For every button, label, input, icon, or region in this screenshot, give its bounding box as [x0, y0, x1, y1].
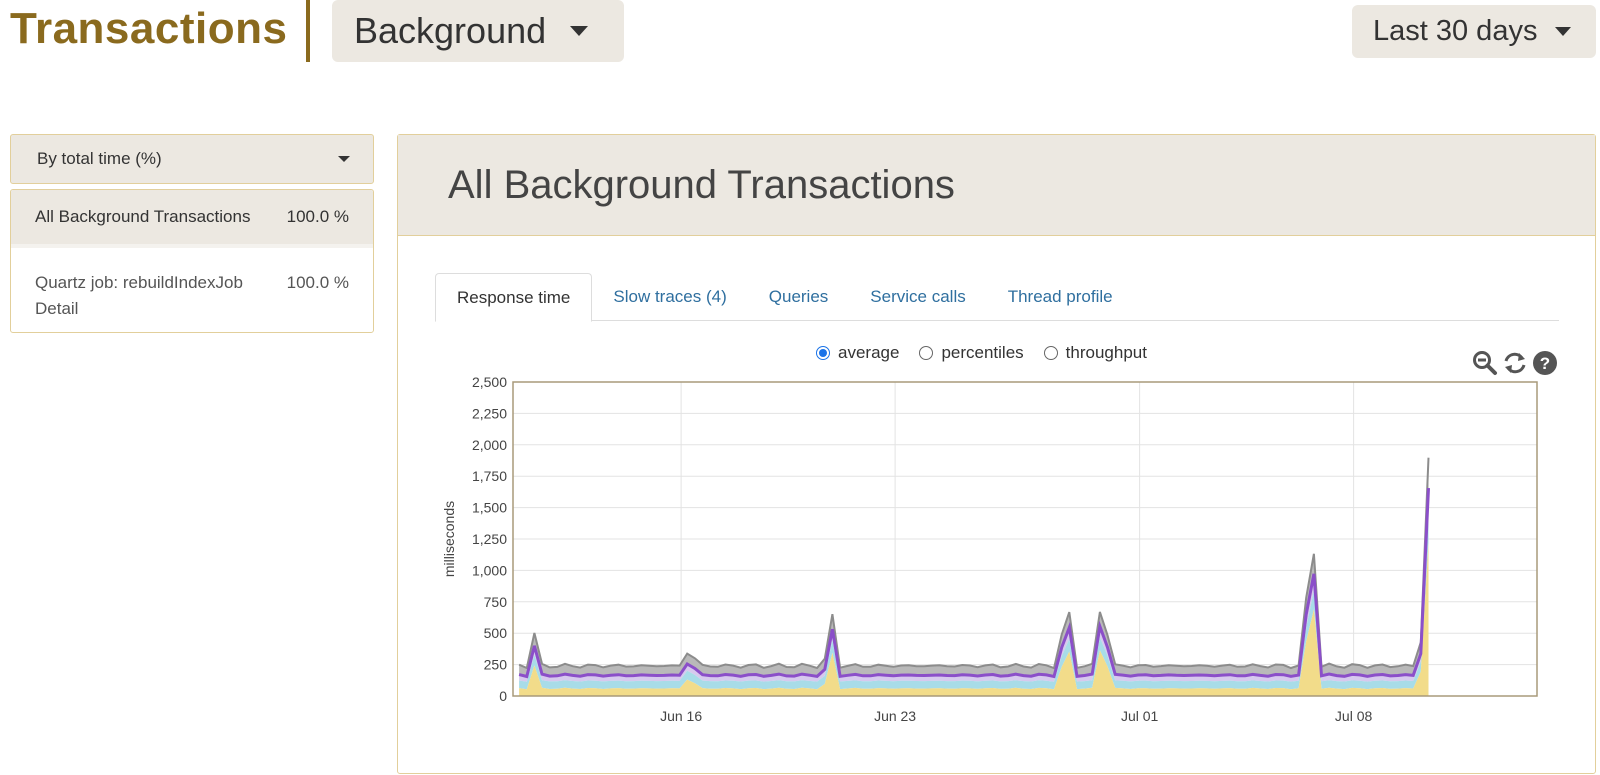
caret-down-icon — [338, 156, 350, 162]
y-tick-label: 1,000 — [472, 562, 507, 578]
y-tick-label: 750 — [484, 594, 508, 610]
caret-down-icon — [570, 26, 589, 36]
y-tick-label: 1,250 — [472, 531, 507, 547]
radio-label: percentiles — [941, 343, 1024, 362]
x-tick-label: Jul 01 — [1121, 708, 1159, 724]
series-line-gray — [518, 457, 1430, 670]
tab-service-calls[interactable]: Service calls — [849, 273, 986, 321]
x-tick-label: Jul 08 — [1335, 708, 1373, 724]
radio-percentiles[interactable]: percentiles — [919, 343, 1024, 363]
panel-header: All Background Transactions — [398, 135, 1595, 236]
transaction-name: All Background Transactions — [35, 207, 251, 226]
series-area-purple — [519, 488, 1429, 682]
chart-view-options: average percentiles throughput — [816, 343, 1167, 363]
page-title: Transactions — [10, 4, 288, 53]
caret-down-icon — [1555, 27, 1572, 36]
y-tick-label: 250 — [484, 657, 508, 673]
panel-title: All Background Transactions — [448, 162, 955, 207]
tab-slow-traces[interactable]: Slow traces (4) — [592, 273, 747, 321]
y-tick-label: 1,750 — [472, 468, 507, 484]
radio-label: throughput — [1065, 343, 1147, 362]
radio-label: average — [838, 343, 900, 362]
y-tick-label: 1,500 — [472, 500, 507, 516]
y-tick-label: 2,500 — [472, 374, 507, 390]
time-range-dropdown[interactable]: Last 30 days — [1352, 5, 1596, 58]
time-range-label: Last 30 days — [1373, 15, 1538, 47]
radio-button[interactable] — [1043, 346, 1058, 360]
radio-button[interactable] — [919, 346, 934, 360]
y-axis-label: milliseconds — [441, 501, 457, 577]
tab-queries[interactable]: Queries — [748, 273, 850, 321]
transaction-item[interactable]: All Background Transactions 100.0 % — [11, 190, 373, 248]
y-tick-label: 2,000 — [472, 437, 507, 453]
series-area-gray — [519, 457, 1429, 677]
header: Transactions Background Last 30 days — [0, 0, 1600, 70]
series-line-purple — [518, 488, 1430, 679]
response-time-chart: 0 250 500 750 1,000 1,250 1,500 1,750 2,000 2,250… — [398, 370, 1597, 775]
transaction-type-dropdown[interactable]: Background — [332, 0, 624, 62]
radio-average[interactable]: average — [816, 343, 899, 363]
transaction-name: Quartz job: rebuildIndexJob Detail — [35, 273, 243, 318]
tab-bar: Response time Slow traces (4) Queries Se… — [435, 273, 1559, 322]
y-tick-label: 2,250 — [472, 405, 507, 421]
x-tick-label: Jun 16 — [660, 708, 702, 724]
chart-svg: 0 250 500 750 1,000 1,250 1,500 1,750 2,000 2,250… — [441, 374, 1538, 724]
transaction-percent: 100.0 % — [286, 207, 349, 226]
tab-thread-profile[interactable]: Thread profile — [987, 273, 1134, 321]
radio-throughput[interactable]: throughput — [1043, 343, 1147, 363]
y-tick-label: 0 — [499, 688, 507, 704]
transaction-type-label: Background — [354, 10, 547, 51]
transaction-item[interactable]: Quartz job: rebuildIndexJob Detail 100.0… — [11, 248, 373, 330]
main-panel: All Background Transactions Response tim… — [397, 134, 1596, 774]
title-divider — [306, 0, 310, 62]
y-tick-label: 500 — [484, 625, 508, 641]
x-tick-label: Jun 23 — [874, 708, 916, 724]
radio-button[interactable] — [816, 346, 830, 360]
transaction-list: All Background Transactions 100.0 % Quar… — [10, 189, 374, 333]
transaction-percent: 100.0 % — [286, 273, 349, 292]
sort-label: By total time (%) — [37, 149, 162, 168]
tab-response-time[interactable]: Response time — [435, 273, 593, 322]
sort-dropdown[interactable]: By total time (%) — [10, 134, 374, 184]
